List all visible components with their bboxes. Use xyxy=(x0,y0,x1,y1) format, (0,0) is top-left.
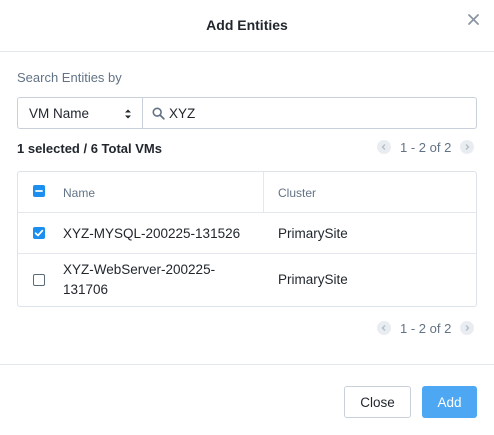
chevron-right-icon[interactable] xyxy=(460,140,475,154)
search-field-select[interactable]: VM Name xyxy=(17,97,143,129)
search-icon xyxy=(152,107,165,125)
select-arrows-icon xyxy=(124,107,132,125)
search-label: Search Entities by xyxy=(17,70,122,85)
column-header-name[interactable]: Name xyxy=(63,186,95,200)
chevron-left-icon[interactable] xyxy=(377,140,391,154)
add-entities-dialog: Add Entities Search Entities by VM Name … xyxy=(0,0,494,435)
chevron-right-icon[interactable] xyxy=(460,321,475,335)
search-field-value: VM Name xyxy=(29,106,90,121)
pagination-bottom: 1 - 2 of 2 xyxy=(377,320,475,336)
dialog-header: Add Entities xyxy=(0,0,494,52)
table-row[interactable]: XYZ-WebServer-200225- 131706 PrimarySite xyxy=(18,254,476,306)
row-name: XYZ-MYSQL-200225-131526 xyxy=(63,226,241,241)
row-checkbox[interactable] xyxy=(33,274,45,286)
dialog-title: Add Entities xyxy=(206,17,288,33)
close-button[interactable]: Close xyxy=(344,386,411,418)
row-cluster: PrimarySite xyxy=(278,272,348,287)
row-checkbox[interactable] xyxy=(33,227,45,239)
pagination-text: 1 - 2 of 2 xyxy=(400,139,452,155)
entities-table: Name Cluster XYZ-MYSQL-200225-131526 Pri… xyxy=(17,171,477,307)
search-box xyxy=(142,97,477,129)
search-input[interactable] xyxy=(169,102,469,124)
select-all-checkbox[interactable] xyxy=(33,185,45,197)
pagination-top: 1 - 2 of 2 xyxy=(377,139,475,155)
close-icon[interactable] xyxy=(466,12,482,28)
add-button[interactable]: Add xyxy=(422,386,477,418)
row-name-line2: 131706 xyxy=(63,282,109,297)
pagination-text: 1 - 2 of 2 xyxy=(400,320,452,336)
column-divider xyxy=(263,172,264,213)
selection-summary: 1 selected / 6 Total VMs xyxy=(17,141,162,156)
row-cluster: PrimarySite xyxy=(278,226,348,241)
table-header: Name Cluster xyxy=(18,172,476,213)
chevron-left-icon[interactable] xyxy=(377,321,391,335)
dialog-footer xyxy=(0,364,494,435)
row-name-line1: XYZ-WebServer-200225- xyxy=(63,262,216,277)
table-row[interactable]: XYZ-MYSQL-200225-131526 PrimarySite xyxy=(18,213,476,254)
column-header-cluster[interactable]: Cluster xyxy=(278,186,316,200)
